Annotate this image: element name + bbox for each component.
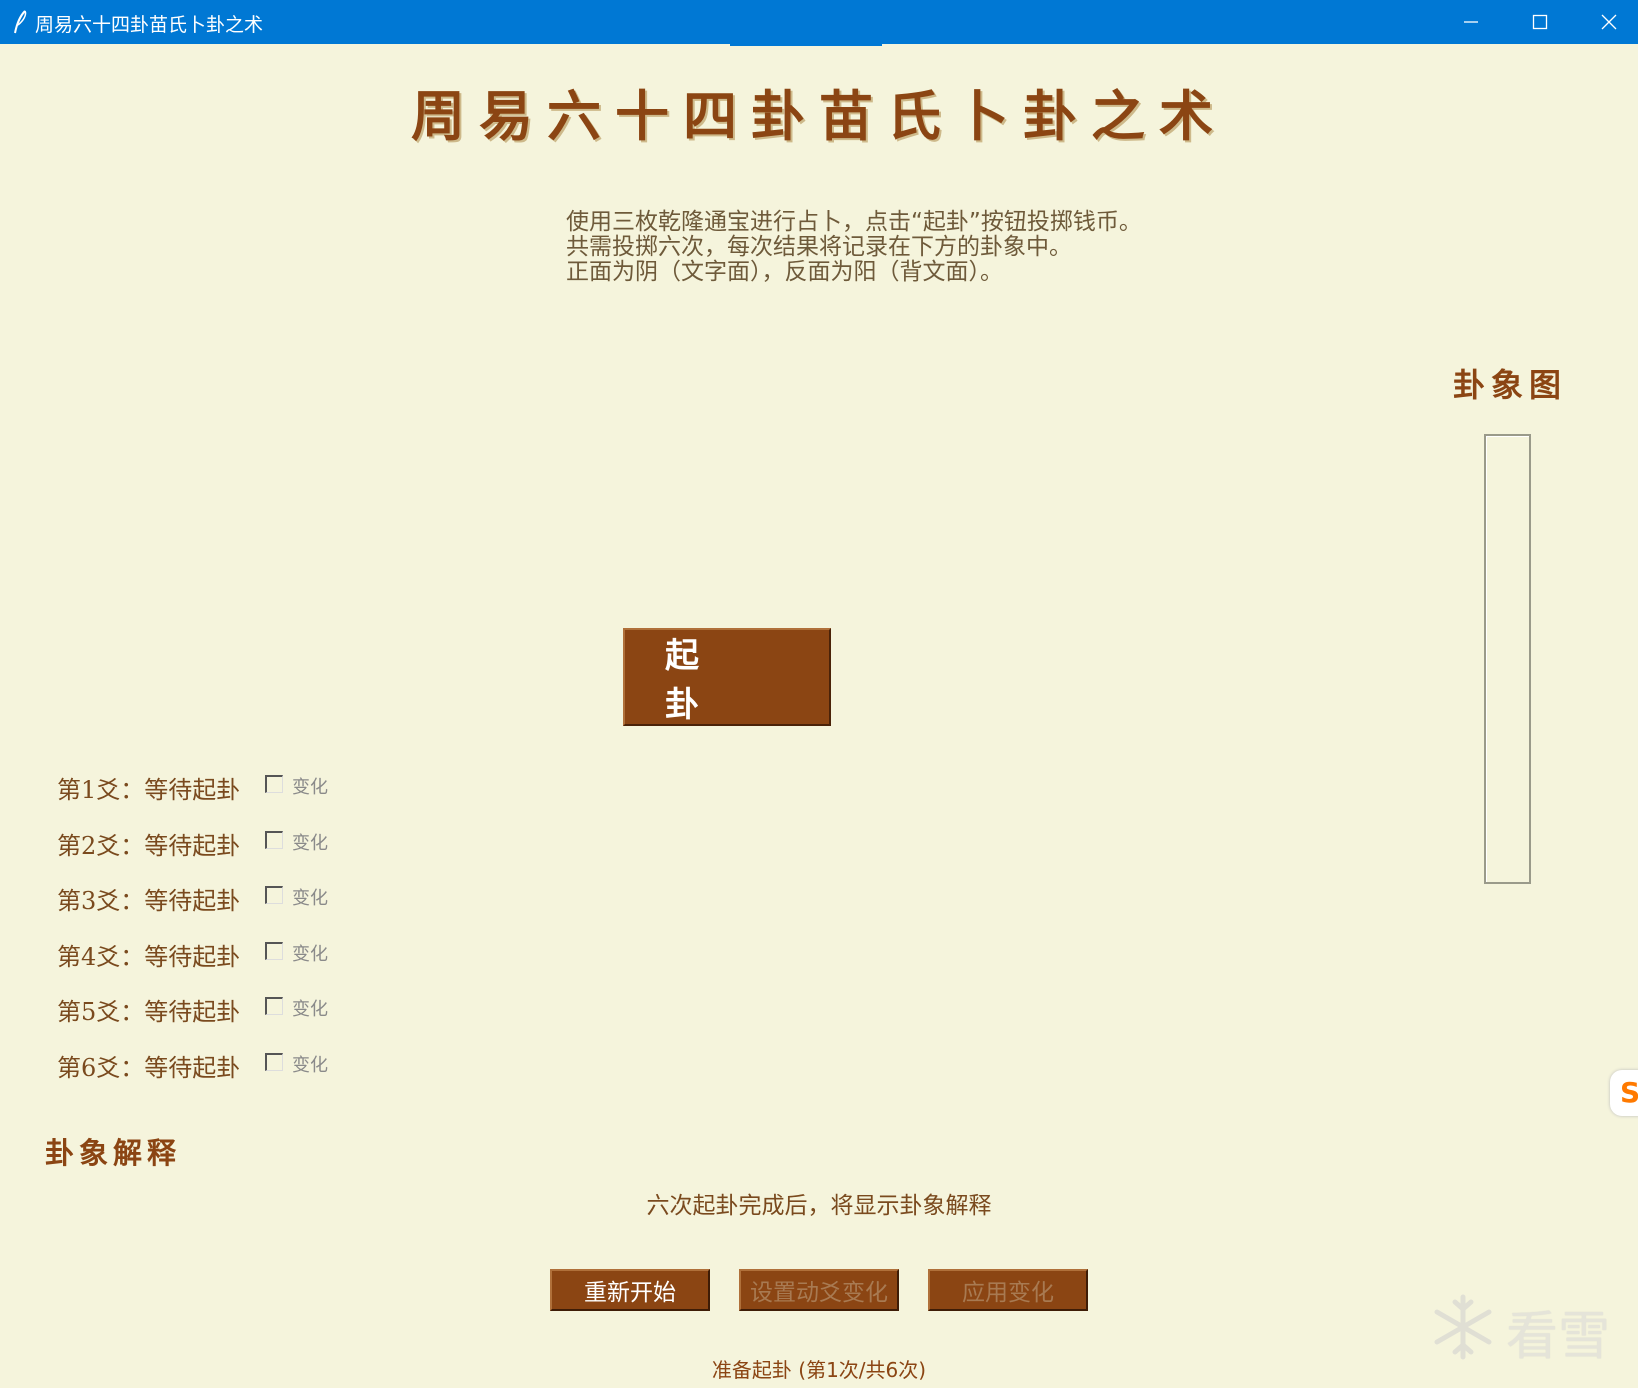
change-checkbox[interactable] xyxy=(265,997,283,1015)
maximize-icon xyxy=(1532,14,1548,30)
snowflake-icon xyxy=(1434,1294,1492,1360)
minimize-icon xyxy=(1464,21,1478,23)
hexagram-canvas xyxy=(1484,434,1531,884)
instruction-line: 共需投掷六次，每次结果将记录在下方的卦象中。 xyxy=(566,234,1072,260)
focus-indicator xyxy=(730,43,882,46)
yao-label: 第4爻：等待起卦 xyxy=(57,942,241,971)
instructions: 使用三枚乾隆通宝进行占卜，点击“起卦”按钮投掷钱币。 共需投掷六次，每次结果将记… xyxy=(566,210,1266,285)
minimize-button[interactable] xyxy=(1436,0,1506,44)
yao-row-6: 第6爻：等待起卦 变化 xyxy=(57,1042,357,1098)
yao-label: 第5爻：等待起卦 xyxy=(57,998,241,1026)
interpretation-title: 卦象解释 xyxy=(45,1136,182,1170)
change-checkbox-label[interactable]: 变化 xyxy=(292,884,328,910)
yao-row-5: 第5爻：等待起卦 变化 xyxy=(57,986,357,1042)
change-checkbox[interactable] xyxy=(265,941,283,960)
yao-list: 第1爻：等待起卦 变化 第2爻：等待起卦 变化 第3爻：等待起卦 变化 第4爻：… xyxy=(57,764,357,1097)
yao-label: 第2爻：等待起卦 xyxy=(57,831,241,860)
window-title: 周易六十四卦苗氏卜卦之术 xyxy=(35,14,264,36)
change-checkbox-label[interactable]: 变化 xyxy=(292,940,328,966)
yao-label: 第6爻：等待起卦 xyxy=(57,1053,241,1082)
change-checkbox-label[interactable]: 变化 xyxy=(292,773,328,799)
hexagram-panel-title: 卦象图 xyxy=(1452,366,1567,404)
watermark: 看雪 xyxy=(1428,1292,1628,1367)
set-changing-lines-button[interactable]: 设置动爻变化 xyxy=(739,1269,899,1311)
change-checkbox[interactable] xyxy=(265,1052,283,1071)
interpretation-text: 六次起卦完成后，将显示卦象解释 xyxy=(646,1193,992,1219)
watermark-text: 看雪 xyxy=(1506,1307,1611,1367)
change-checkbox[interactable] xyxy=(265,886,283,904)
maximize-button[interactable] xyxy=(1505,0,1575,44)
close-icon xyxy=(1601,14,1617,30)
change-checkbox[interactable] xyxy=(265,830,283,849)
side-tab-logo: S xyxy=(1620,1076,1638,1109)
apply-changes-button[interactable]: 应用变化 xyxy=(928,1269,1088,1311)
status-text: 准备起卦 (第1次/共6次) xyxy=(711,1358,927,1382)
yao-label: 第1爻：等待起卦 xyxy=(57,776,241,804)
floating-side-tab[interactable]: S xyxy=(1610,1070,1638,1116)
change-checkbox-label[interactable]: 变化 xyxy=(292,1051,328,1077)
instruction-line: 使用三枚乾隆通宝进行占卜，点击“起卦”按钮投掷钱币。 xyxy=(566,209,1142,235)
yao-row-3: 第3爻：等待起卦 变化 xyxy=(57,875,357,931)
yao-row-1: 第1爻：等待起卦 变化 xyxy=(57,764,357,820)
yao-row-2: 第2爻：等待起卦 变化 xyxy=(57,820,357,876)
feather-pen-icon xyxy=(14,10,27,34)
cast-button[interactable]: 起 卦 xyxy=(623,628,831,726)
change-checkbox[interactable] xyxy=(265,775,283,793)
window-titlebar[interactable]: 周易六十四卦苗氏卜卦之术 xyxy=(0,0,1638,44)
yao-row-4: 第4爻：等待起卦 变化 xyxy=(57,931,357,987)
close-button[interactable] xyxy=(1574,0,1638,44)
change-checkbox-label[interactable]: 变化 xyxy=(292,995,328,1021)
instruction-line: 正面为阴（文字面），反面为阳（背文面）。 xyxy=(566,259,1003,285)
change-checkbox-label[interactable]: 变化 xyxy=(292,829,328,855)
restart-button[interactable]: 重新开始 xyxy=(550,1269,710,1311)
page-title: 周易六十四卦苗氏卜卦之术 xyxy=(411,84,1227,148)
yao-label: 第3爻：等待起卦 xyxy=(57,887,241,915)
